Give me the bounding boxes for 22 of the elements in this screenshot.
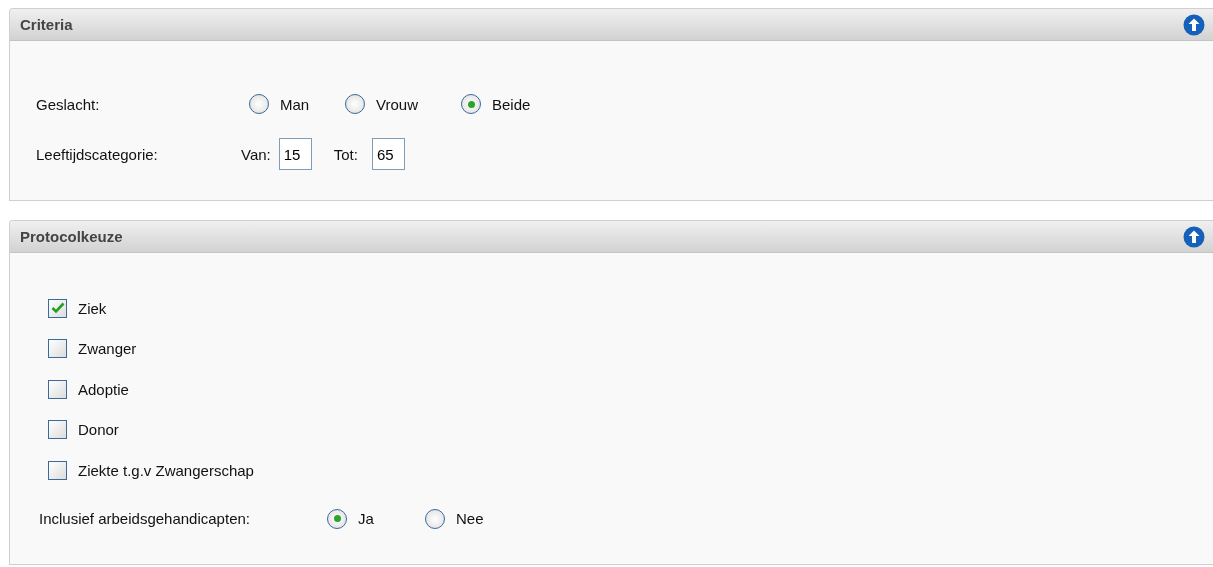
field-label: Inclusief arbeidsgehandicapten: (38, 510, 251, 527)
checkbox-option[interactable]: Donor (36, 420, 448, 440)
checkmark-icon (50, 302, 65, 315)
checkbox-option[interactable]: Ziekte t.g.v Zwangerschap (36, 460, 448, 480)
collapse-up-icon[interactable] (1183, 13, 1205, 36)
radio-option[interactable]: Nee (425, 508, 515, 529)
checkbox-option[interactable]: Ziek (36, 298, 448, 318)
field-label: Tot: (333, 145, 358, 163)
field-label: Van: (241, 145, 271, 163)
checkbox-option[interactable]: Adoptie (36, 379, 448, 399)
radio-option[interactable]: Beide (461, 94, 551, 114)
collapse-up-icon[interactable] (1183, 225, 1205, 248)
checkbox-option[interactable]: Zwanger (36, 339, 448, 359)
field-label: Geslacht: (36, 95, 101, 113)
field-label: Leeftijdscategorie: (36, 145, 159, 163)
input-field[interactable]: 65 (371, 138, 405, 170)
panel-title: Protocolkeuze (20, 228, 123, 245)
panel-title: Criteria (20, 16, 73, 33)
radio-option[interactable]: Ja (327, 508, 425, 529)
radio-option[interactable]: Vrouw (345, 94, 461, 114)
input-field[interactable]: 15 (278, 138, 312, 170)
radio-option[interactable]: Man (249, 94, 345, 114)
